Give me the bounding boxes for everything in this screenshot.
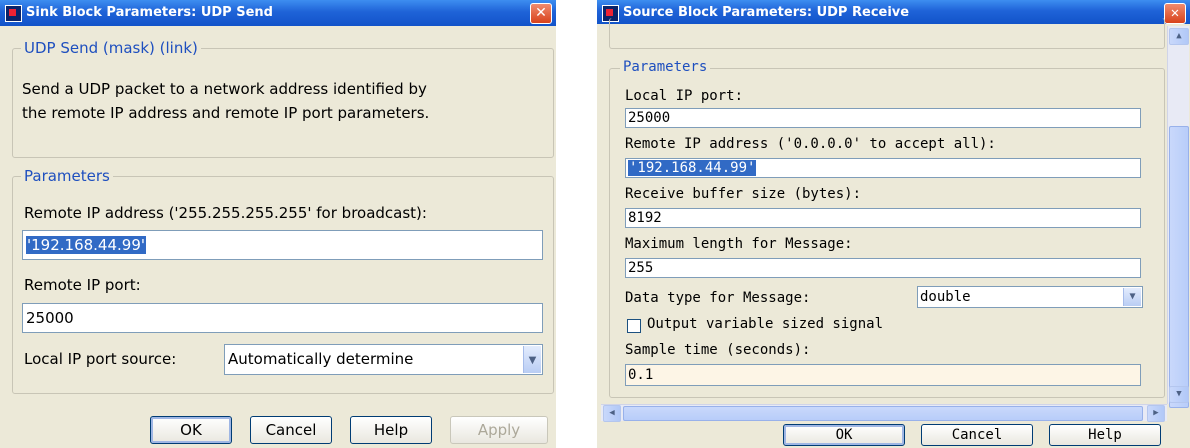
title-bar[interactable]: Sink Block Parameters: UDP Send ✕: [0, 0, 556, 26]
scroll-down-icon[interactable]: ▼: [1169, 386, 1189, 403]
scroll-up-icon[interactable]: ▲: [1169, 28, 1189, 45]
buffer-size-input[interactable]: 8192: [625, 208, 1141, 228]
remote-ip-input[interactable]: '192.168.44.99': [22, 230, 543, 260]
cancel-button[interactable]: Cancel: [250, 416, 332, 444]
data-type-value: double: [920, 289, 971, 305]
parameters-legend: Parameters: [21, 167, 113, 185]
description-line-1: Send a UDP packet to a network address i…: [22, 80, 427, 98]
ok-button[interactable]: OK: [783, 424, 905, 446]
buffer-size-label: Receive buffer size (bytes):: [625, 186, 862, 202]
sample-time-input[interactable]: 0.1: [625, 364, 1141, 386]
udp-receive-dialog: Source Block Parameters: UDP Receive ✕ P…: [597, 0, 1190, 448]
remote-ip-label: Remote IP address ('255.255.255.255' for…: [24, 204, 427, 222]
variable-size-label: Output variable sized signal: [647, 316, 884, 332]
max-length-input[interactable]: 255: [625, 258, 1141, 278]
local-port-source-value: Automatically determine: [228, 350, 414, 368]
cancel-button[interactable]: Cancel: [921, 424, 1033, 446]
mask-legend: UDP Send (mask) (link): [21, 39, 201, 57]
horizontal-scrollbar[interactable]: ◀ ▶: [601, 404, 1167, 422]
help-button[interactable]: Help: [350, 416, 432, 444]
remote-ip-input[interactable]: '192.168.44.99': [625, 158, 1141, 178]
horizontal-scroll-thumb[interactable]: [623, 406, 1143, 421]
help-button[interactable]: Help: [1049, 424, 1161, 446]
local-port-source-dropdown[interactable]: Automatically determine ▼: [224, 344, 543, 375]
scroll-right-icon[interactable]: ▶: [1147, 405, 1165, 422]
data-type-label: Data type for Message:: [625, 290, 811, 306]
close-icon[interactable]: ✕: [530, 3, 552, 24]
description-line-2: the remote IP address and remote IP port…: [22, 104, 430, 122]
local-port-source-label: Local IP port source:: [24, 350, 177, 368]
sample-time-label: Sample time (seconds):: [625, 342, 811, 358]
max-length-label: Maximum length for Message:: [625, 236, 853, 252]
window-title: Sink Block Parameters: UDP Send: [26, 5, 273, 20]
parameters-legend: Parameters: [620, 59, 711, 75]
remote-ip-value: '192.168.44.99': [628, 160, 757, 176]
scroll-left-icon[interactable]: ◀: [603, 405, 621, 422]
mask-group: UDP Send (mask) (link): [12, 39, 554, 158]
remote-ip-value: '192.168.44.99': [26, 236, 146, 254]
close-icon[interactable]: ✕: [1164, 3, 1186, 24]
chevron-down-icon[interactable]: ▼: [523, 346, 541, 373]
remote-ip-label: Remote IP address ('0.0.0.0' to accept a…: [625, 136, 996, 152]
mask-group: [609, 18, 1165, 49]
vertical-scroll-thumb[interactable]: [1169, 126, 1189, 408]
vertical-scrollbar[interactable]: ▲ ▼: [1167, 26, 1189, 408]
data-type-dropdown[interactable]: double ▼: [917, 286, 1143, 308]
remote-port-label: Remote IP port:: [24, 276, 141, 294]
apply-button[interactable]: Apply: [450, 416, 548, 444]
udp-send-dialog: Sink Block Parameters: UDP Send ✕ UDP Se…: [0, 0, 556, 448]
chevron-down-icon[interactable]: ▼: [1123, 288, 1141, 306]
variable-size-checkbox[interactable]: [627, 319, 641, 333]
local-port-label: Local IP port:: [625, 88, 744, 104]
remote-port-input[interactable]: 25000: [22, 303, 543, 333]
app-icon: [5, 5, 22, 22]
local-port-input[interactable]: 25000: [625, 108, 1141, 128]
ok-button[interactable]: OK: [150, 416, 232, 444]
